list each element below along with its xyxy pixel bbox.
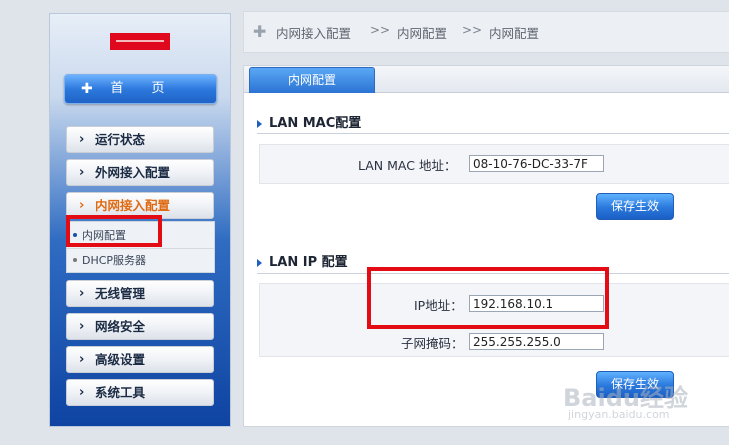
mac-address-label: LAN MAC 地址： xyxy=(358,158,457,173)
content-panel: 内网配置 LAN MAC配置 LAN MAC 地址： 08-10-76-DC-3… xyxy=(243,65,729,427)
triangle-icon xyxy=(257,258,262,267)
sidebar-item-label: 网络安全 xyxy=(95,319,146,334)
sidebar-item-tools[interactable]: › 系统工具 xyxy=(66,379,214,406)
chevron-right-icon: › xyxy=(79,319,85,334)
chevron-right-icon: › xyxy=(79,352,85,367)
mac-form: LAN MAC 地址： 08-10-76-DC-33-7F xyxy=(259,144,729,184)
chevron-right-icon: › xyxy=(79,165,85,180)
sidebar-item-status[interactable]: › 运行状态 xyxy=(66,126,214,153)
subnet-mask-label: 子网掩码： xyxy=(401,336,464,351)
brand-logo xyxy=(110,33,170,50)
section-title-text: LAN IP 配置 xyxy=(269,255,348,270)
save-mac-button[interactable]: 保存生效 xyxy=(596,193,674,220)
chevron-right-icon: › xyxy=(79,385,85,400)
section-title-text: LAN MAC配置 xyxy=(269,116,362,131)
chevron-right-icon: › xyxy=(79,132,85,147)
sidebar-item-label: 无线管理 xyxy=(95,286,146,301)
breadcrumb-item[interactable]: 内网配置 xyxy=(397,23,447,42)
breadcrumb-item[interactable]: 内网接入配置 xyxy=(276,23,351,42)
home-button[interactable]: ✚ 首 页 xyxy=(64,74,217,104)
sidebar-item-label: 外网接入配置 xyxy=(95,165,171,180)
sidebar-item-advanced[interactable]: › 高级设置 xyxy=(66,346,214,373)
submenu-item-label: DHCP服务器 xyxy=(82,254,147,267)
ip-section-title: LAN IP 配置 xyxy=(257,251,348,270)
submenu-item-dhcp[interactable]: DHCP服务器 xyxy=(71,250,146,272)
breadcrumb-separator: >> xyxy=(370,23,391,37)
sidebar-item-security[interactable]: › 网络安全 xyxy=(66,313,214,340)
chevron-right-icon: › xyxy=(79,286,85,301)
tab-lan-config[interactable]: 内网配置 xyxy=(249,67,375,93)
tab-bar: 内网配置 xyxy=(244,66,729,93)
highlight-box xyxy=(367,267,609,329)
sidebar-item-label: 系统工具 xyxy=(95,385,146,400)
breadcrumb-separator: >> xyxy=(462,23,483,37)
plus-icon: ✚ xyxy=(253,22,267,41)
breadcrumb: ✚ 内网接入配置 >> 内网配置 >> 内网配置 xyxy=(243,11,729,53)
breadcrumb-item: 内网配置 xyxy=(489,26,540,41)
home-button-label: 首 页 xyxy=(110,81,177,96)
sidebar-item-label: 高级设置 xyxy=(95,352,146,367)
sidebar-item-label: 运行状态 xyxy=(95,132,146,147)
bullet-icon xyxy=(73,258,77,262)
sidebar-item-wan[interactable]: › 外网接入配置 xyxy=(66,159,214,186)
watermark-url: jingyan.baidu.com xyxy=(568,408,670,421)
mac-address-field[interactable]: 08-10-76-DC-33-7F xyxy=(469,155,604,172)
triangle-icon xyxy=(257,119,262,128)
mac-section-title: LAN MAC配置 xyxy=(257,112,361,131)
sidebar-item-wireless[interactable]: › 无线管理 xyxy=(66,280,214,307)
subnet-mask-field[interactable]: 255.255.255.0 xyxy=(469,333,604,350)
highlight-box xyxy=(66,215,162,247)
